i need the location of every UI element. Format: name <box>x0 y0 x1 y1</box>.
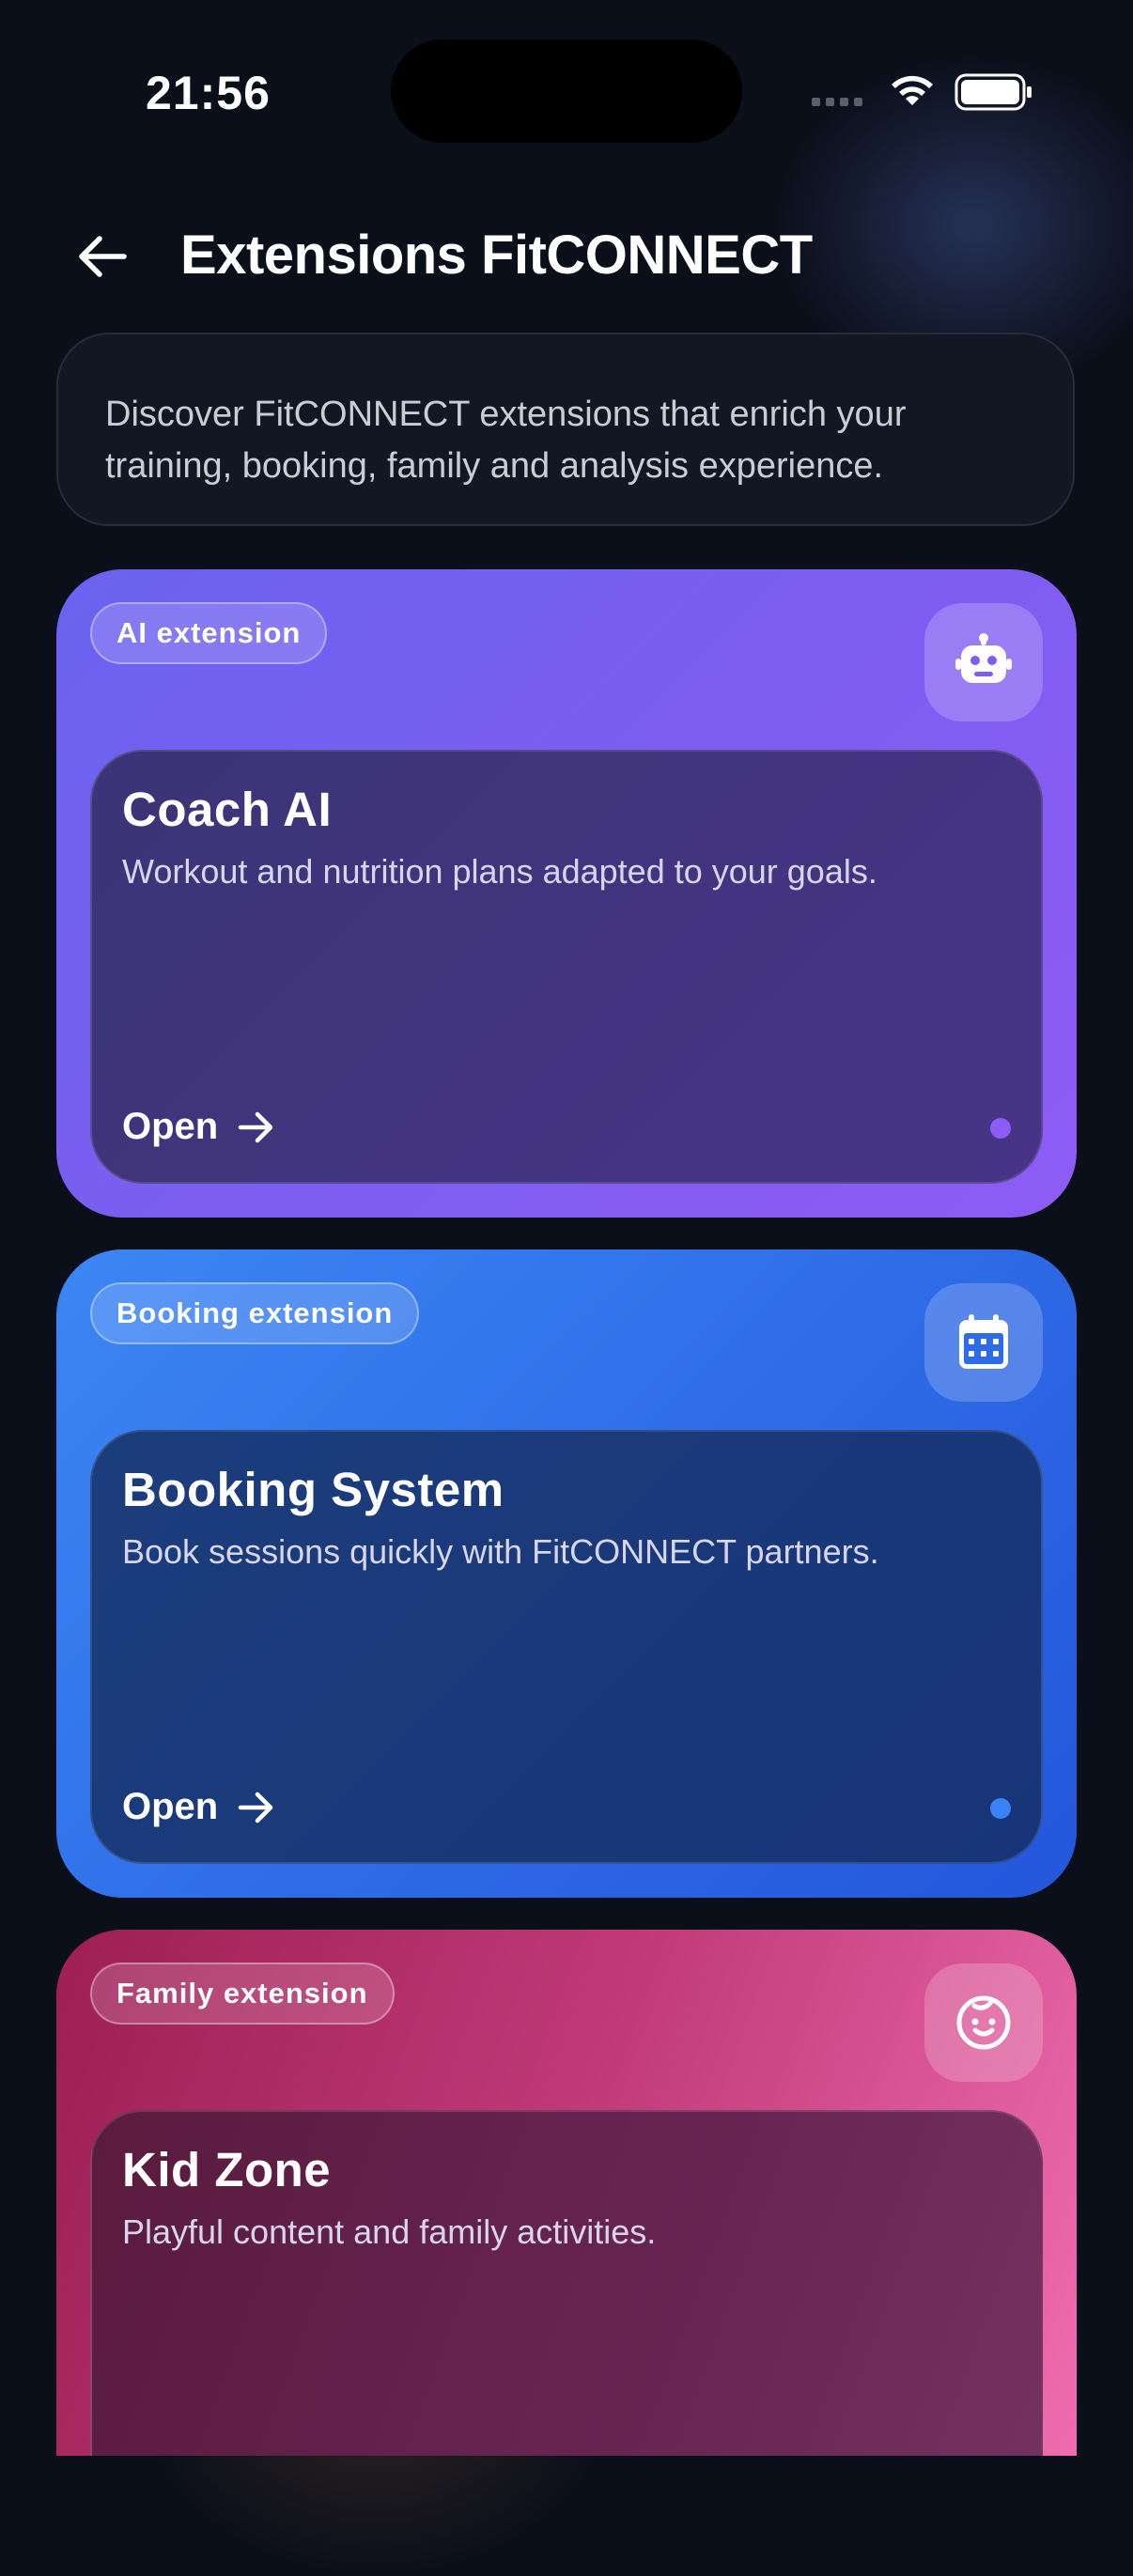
arrow-right-icon <box>238 1792 273 1823</box>
extension-badge: Booking extension <box>90 1282 420 1344</box>
status-time: 21:56 <box>146 67 271 119</box>
extension-card-body: Kid Zone Playful content and family acti… <box>90 2110 1043 2456</box>
open-booking-system-button[interactable]: Open <box>122 1786 276 1828</box>
signal-icon <box>812 98 862 106</box>
robot-icon <box>955 633 1012 683</box>
extension-card-kid-zone: Family extension Kid Zone Playful conten… <box>56 1930 1077 2456</box>
extension-description: Book sessions quickly with FitCONNECT pa… <box>122 1532 879 1571</box>
status-dot <box>990 1118 1011 1139</box>
open-coach-ai-button[interactable]: Open <box>122 1106 276 1148</box>
extension-title: Booking System <box>122 1463 504 1516</box>
arrow-left-icon <box>79 236 127 277</box>
extension-title: Coach AI <box>122 783 333 836</box>
extension-card-coach-ai: AI extension Coach AI Workout and nutrit… <box>56 569 1077 1218</box>
open-label: Open <box>122 1786 219 1827</box>
extension-description: Playful content and family activities. <box>122 2212 657 2251</box>
baby-face-icon-box <box>924 1963 1043 2082</box>
page-title: Extensions FitCONNECT <box>180 225 813 286</box>
extension-title: Kid Zone <box>122 2143 332 2196</box>
back-button[interactable] <box>71 225 133 287</box>
open-label: Open <box>122 1106 219 1147</box>
dynamic-island <box>391 39 742 143</box>
robot-icon-box <box>924 603 1043 722</box>
extension-description: Workout and nutrition plans adapted to y… <box>122 852 877 891</box>
extension-badge: Family extension <box>90 1963 395 2025</box>
calendar-icon <box>959 1314 1008 1369</box>
intro-text: Discover FitCONNECT extensions that enri… <box>56 333 1075 526</box>
status-bar: 21:56 <box>0 0 1133 188</box>
baby-face-icon <box>956 1995 1011 2050</box>
extension-card-body: Coach AI Workout and nutrition plans ada… <box>90 750 1043 1184</box>
extension-card-booking-system: Booking extension Booking System Book se… <box>56 1249 1077 1898</box>
calendar-icon-box <box>924 1283 1043 1402</box>
header: Extensions FitCONNECT <box>0 216 1133 291</box>
extension-card-body: Booking System Book sessions quickly wit… <box>90 1430 1043 1864</box>
wifi-icon <box>892 75 933 105</box>
status-dot <box>990 1798 1011 1819</box>
extension-badge: AI extension <box>90 602 328 664</box>
battery-icon <box>955 73 1032 111</box>
arrow-right-icon <box>238 1111 273 1142</box>
